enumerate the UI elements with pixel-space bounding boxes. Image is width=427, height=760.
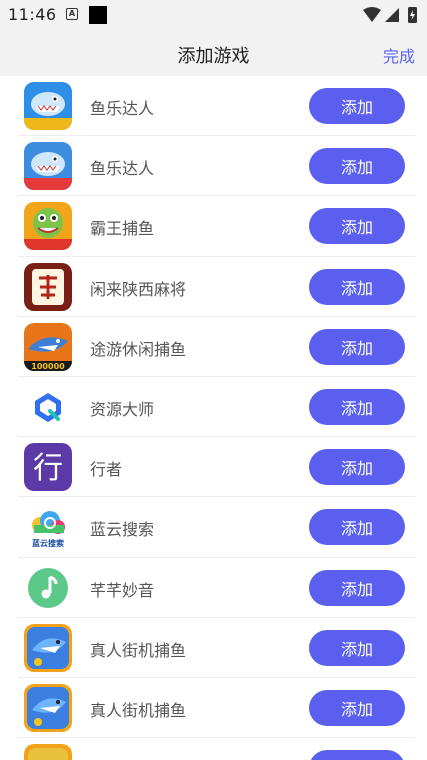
add-button[interactable]: 添加 bbox=[309, 328, 405, 365]
xingzhe-icon: 行 bbox=[24, 443, 72, 492]
list-item: 行 行者 添加 bbox=[18, 437, 415, 498]
add-button[interactable]: 添加 bbox=[309, 449, 405, 486]
notification-a-icon: A bbox=[66, 8, 78, 20]
partial-game-icon bbox=[24, 744, 72, 760]
page-title: 添加游戏 bbox=[177, 46, 250, 67]
list-item: 真人街机捕鱼 添加 bbox=[18, 618, 415, 678]
notification-square-icon bbox=[89, 6, 107, 24]
add-button[interactable]: 添加 bbox=[309, 88, 405, 124]
add-button[interactable]: 添加 bbox=[309, 509, 405, 546]
fish-game-icon bbox=[24, 142, 72, 191]
app-name: 鱼乐达人 bbox=[90, 159, 155, 179]
app-name: 芊芊妙音 bbox=[90, 580, 155, 600]
app-name: 蓝云搜索 bbox=[90, 520, 155, 540]
arcade-shark-icon bbox=[24, 683, 72, 732]
app-name: 霸王捕鱼 bbox=[90, 219, 155, 239]
app-name: 闲来陕西麻将 bbox=[90, 279, 187, 299]
arcade-shark-icon bbox=[24, 623, 72, 672]
add-button[interactable]: 添加 bbox=[309, 629, 405, 666]
music-note-icon bbox=[24, 563, 72, 612]
shark-game-icon: 100000 bbox=[24, 322, 72, 371]
mahjong-icon bbox=[24, 262, 72, 311]
list-item: 芊芊妙音 添加 bbox=[18, 558, 415, 618]
app-name: 真人街机捕鱼 bbox=[90, 640, 187, 660]
list-item: 添加 bbox=[18, 738, 415, 760]
resource-master-icon bbox=[24, 382, 72, 431]
app-name: 途游休闲捕鱼 bbox=[90, 339, 187, 359]
status-icons bbox=[363, 7, 417, 23]
app-name: 鱼乐达人 bbox=[90, 99, 155, 118]
add-button[interactable]: 添加 bbox=[309, 750, 405, 760]
add-button[interactable]: 添加 bbox=[309, 208, 405, 245]
list-item: 鱼乐达人 添加 bbox=[18, 76, 415, 137]
add-button[interactable]: 添加 bbox=[309, 148, 405, 185]
svg-text:行: 行 bbox=[33, 451, 63, 486]
app-name: 真人街机捕鱼 bbox=[90, 700, 187, 720]
svg-text:蓝云搜索: 蓝云搜索 bbox=[32, 538, 64, 548]
list-item: 鱼乐达人 添加 bbox=[18, 136, 415, 197]
app-list: 鱼乐达人 添加 鱼乐达人 添加 霸王捕鱼 添加 闲来陕西麻将 添加 100000… bbox=[0, 76, 427, 760]
list-item: 资源大师 添加 bbox=[18, 377, 415, 438]
list-item: 100000 途游休闲捕鱼 添加 bbox=[18, 317, 415, 377]
list-item: 霸王捕鱼 添加 bbox=[18, 196, 415, 257]
fish-monster-icon bbox=[24, 202, 72, 251]
signal-icon bbox=[385, 8, 399, 22]
status-bar: 11:46 A bbox=[0, 0, 427, 30]
done-button[interactable]: 完成 bbox=[383, 43, 415, 67]
header: 添加游戏 完成 bbox=[0, 30, 427, 76]
add-button[interactable]: 添加 bbox=[309, 388, 405, 425]
wifi-icon bbox=[363, 7, 381, 22]
list-item: 真人街机捕鱼 添加 bbox=[18, 678, 415, 739]
cloud-search-icon: 蓝云搜索 bbox=[24, 503, 72, 552]
app-name: 资源大师 bbox=[90, 399, 155, 419]
fish-game-icon bbox=[24, 82, 72, 130]
status-time: 11:46 bbox=[8, 5, 57, 24]
list-item: 蓝云搜索 蓝云搜索 添加 bbox=[18, 497, 415, 558]
add-button[interactable]: 添加 bbox=[309, 689, 405, 726]
app-name: 行者 bbox=[90, 460, 123, 480]
add-button[interactable]: 添加 bbox=[309, 569, 405, 606]
add-button[interactable]: 添加 bbox=[309, 268, 405, 305]
list-item: 闲来陕西麻将 添加 bbox=[18, 257, 415, 317]
svg-text:100000: 100000 bbox=[31, 362, 65, 371]
